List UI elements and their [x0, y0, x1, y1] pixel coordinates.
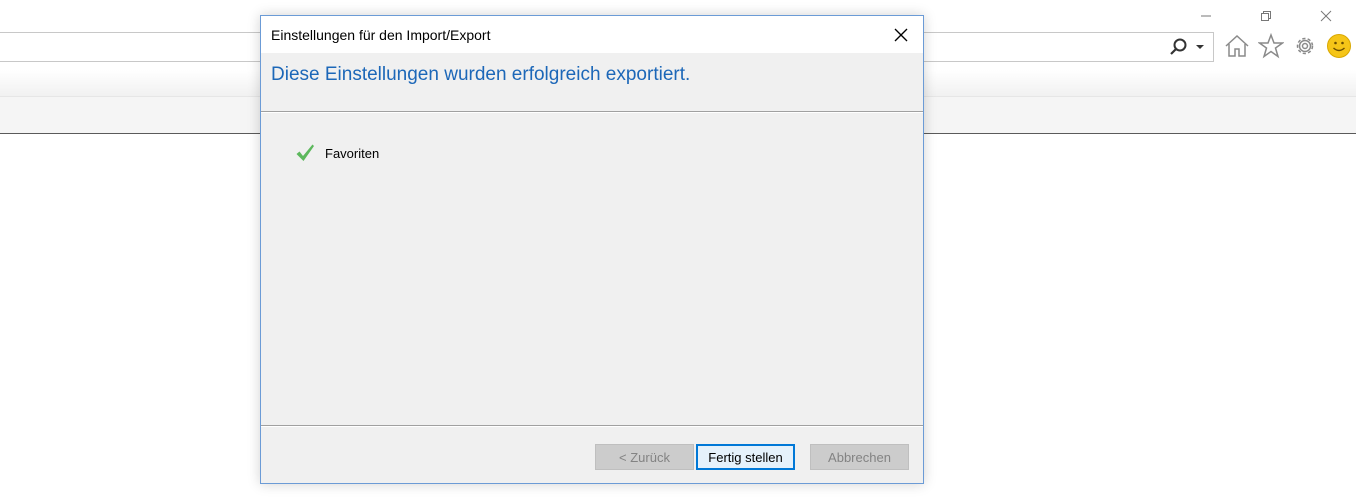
star-icon	[1258, 33, 1284, 59]
dialog-close-button[interactable]	[879, 16, 923, 53]
dialog-title: Einstellungen für den Import/Export	[271, 27, 491, 43]
favorites-button[interactable]	[1258, 33, 1284, 59]
back-button[interactable]: < Zurück	[595, 444, 694, 470]
gear-icon	[1296, 37, 1314, 55]
close-icon	[894, 28, 908, 41]
close-window-button[interactable]	[1296, 0, 1356, 32]
window-controls	[1176, 0, 1356, 32]
address-tools	[1169, 37, 1205, 57]
finish-button[interactable]: Fertig stellen	[696, 444, 795, 470]
settings-button[interactable]	[1292, 33, 1318, 59]
search-icon[interactable]	[1169, 37, 1189, 57]
browser-toolbar-icons	[1224, 33, 1352, 59]
smiley-icon	[1327, 34, 1351, 58]
import-export-dialog: Einstellungen für den Import/Export Dies…	[260, 15, 924, 484]
dialog-body: Favoriten	[261, 113, 923, 425]
restore-icon	[1261, 11, 1271, 21]
close-icon	[1320, 10, 1332, 22]
chevron-down-icon[interactable]	[1195, 42, 1205, 52]
dialog-header: Diese Einstellungen wurden erfolgreich e…	[261, 53, 923, 111]
home-icon	[1225, 34, 1249, 57]
list-item: Favoriten	[295, 143, 379, 163]
cancel-button[interactable]: Abbrechen	[810, 444, 909, 470]
home-button[interactable]	[1224, 33, 1250, 59]
minimize-button[interactable]	[1176, 0, 1236, 32]
item-label: Favoriten	[325, 145, 380, 161]
restore-button[interactable]	[1236, 0, 1296, 32]
dialog-heading: Diese Einstellungen wurden erfolgreich e…	[271, 64, 691, 85]
checkmark-icon	[296, 144, 314, 161]
dialog-titlebar: Einstellungen für den Import/Export	[261, 16, 923, 53]
dialog-footer: < Zurück Fertig stellen Abbrechen	[261, 427, 923, 483]
minimize-icon	[1201, 15, 1211, 17]
feedback-button[interactable]	[1326, 33, 1352, 59]
